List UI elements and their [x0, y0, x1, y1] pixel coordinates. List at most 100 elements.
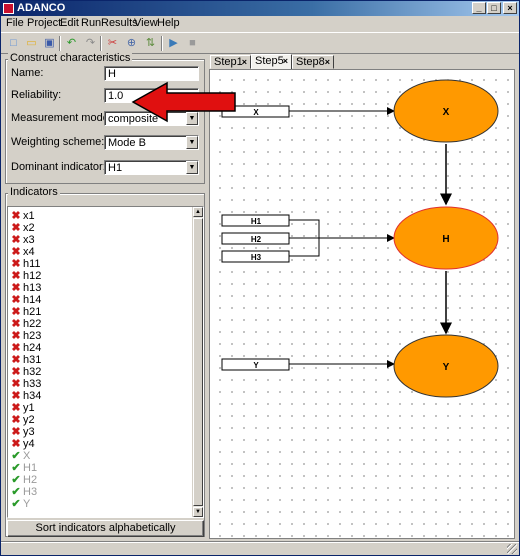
unassigned-cross-icon: ✖ — [11, 414, 21, 426]
unassigned-cross-icon: ✖ — [11, 258, 21, 270]
indicator-label: h23 — [23, 330, 42, 342]
menu-help[interactable]: Help — [157, 17, 180, 29]
delete-icon[interactable]: ✂ — [104, 35, 121, 52]
indicator-list-item[interactable]: ✖ h14 — [11, 294, 41, 306]
unassigned-cross-icon: ✖ — [11, 210, 21, 222]
indicator-list-item[interactable]: ✖ h24 — [11, 342, 41, 354]
indicator-list-item[interactable]: ✖ y3 — [11, 426, 35, 438]
new-file-icon[interactable]: □ — [5, 35, 22, 52]
toolbar-separator — [100, 36, 102, 51]
indicator-list-item[interactable]: ✖ y4 — [11, 438, 35, 450]
menu-results[interactable]: Results — [101, 17, 138, 29]
unassigned-cross-icon: ✖ — [11, 294, 21, 306]
unassigned-cross-icon: ✖ — [11, 438, 21, 450]
scroll-thumb[interactable] — [193, 218, 203, 506]
indicator-list-item[interactable]: ✖ h23 — [11, 330, 41, 342]
indicator-list-item[interactable]: ✖ y2 — [11, 414, 34, 426]
indicator-list-item[interactable]: ✖ x1 — [11, 210, 35, 222]
indicator-label: x1 — [23, 210, 35, 222]
indicator-list-item[interactable]: ✖ h12 — [11, 270, 41, 282]
indicator-list-item[interactable]: ✖ h21 — [11, 306, 41, 318]
indicator-label: h21 — [23, 306, 42, 318]
indicator-list-item[interactable]: ✖ h22 — [11, 318, 41, 330]
indicator-list-item[interactable]: ✔ Y — [11, 498, 30, 510]
dominant-indicator-select[interactable]: H1 ▼ — [104, 160, 199, 175]
name-input[interactable]: H — [104, 66, 199, 81]
dropdown-arrow-icon[interactable]: ▼ — [186, 136, 198, 149]
indicator-list-item[interactable]: ✔ H3 — [11, 486, 37, 498]
indicator-list-item[interactable]: ✖ h32 — [11, 366, 41, 378]
indicator-list-item[interactable]: ✖ h31 — [11, 354, 41, 366]
indicator-box-label: H3 — [251, 253, 262, 262]
indicator-list-item[interactable]: ✖ h13 — [11, 282, 41, 294]
undo-icon[interactable]: ↶ — [63, 35, 80, 52]
indicator-list-item[interactable]: ✖ x3 — [11, 234, 34, 246]
close-button[interactable]: × — [503, 2, 517, 14]
annotation-arrow-icon — [131, 81, 236, 123]
assigned-check-icon: ✔ — [11, 450, 21, 462]
model-canvas[interactable]: X H1 H2 H3 Y X H Y — [209, 69, 515, 539]
tab-close-icon[interactable]: × — [325, 56, 330, 69]
weighting-scheme-select[interactable]: Mode B ▼ — [104, 135, 199, 150]
scroll-up-icon[interactable]: ▲ — [193, 207, 203, 217]
indicator-list-scrollbar[interactable]: ▲ ▼ — [192, 207, 203, 517]
assigned-check-icon: ✔ — [11, 462, 21, 474]
weighting-scheme-label: Weighting scheme: — [11, 136, 105, 148]
assigned-check-icon: ✔ — [11, 486, 21, 498]
tab-close-icon[interactable]: × — [242, 56, 247, 69]
indicator-list-item[interactable]: ✖ x2 — [11, 222, 35, 234]
indicator-list-item[interactable]: ✖ h34 — [11, 390, 41, 402]
indicator-list-item[interactable]: ✖ x4 — [11, 246, 35, 258]
indicator-list-item[interactable]: ✔ H2 — [11, 474, 37, 486]
menu-edit[interactable]: Edit — [60, 17, 79, 29]
unassigned-cross-icon: ✖ — [11, 222, 21, 234]
window-title: ADANCO — [17, 2, 66, 14]
maximize-button[interactable]: □ — [487, 2, 501, 14]
menu-run[interactable]: Run — [81, 17, 101, 29]
indicator-label: h11 — [23, 258, 41, 270]
open-folder-icon[interactable]: ▭ — [23, 35, 40, 52]
indicator-box-label: H2 — [251, 235, 262, 244]
redo-icon[interactable]: ↷ — [82, 35, 99, 52]
menu-file[interactable]: File — [6, 17, 24, 29]
status-bar — [1, 541, 519, 555]
indicator-label: h12 — [23, 270, 42, 282]
menu-project[interactable]: Project — [27, 17, 61, 29]
indicator-label: x2 — [23, 222, 35, 234]
tab-close-icon[interactable]: × — [283, 55, 288, 68]
indicator-label: y4 — [23, 438, 35, 450]
assigned-check-icon: ✔ — [11, 474, 21, 486]
scroll-down-icon[interactable]: ▼ — [193, 507, 203, 517]
unassigned-cross-icon: ✖ — [11, 282, 21, 294]
sort-indicators-button[interactable]: Sort indicators alphabetically — [7, 520, 204, 537]
tab-step5[interactable]: Step5 × — [251, 54, 292, 70]
zoom-icon[interactable]: ⊕ — [123, 35, 140, 52]
menu-view[interactable]: View — [134, 17, 158, 29]
toolbar-separator — [161, 36, 163, 51]
indicator-list-item[interactable]: ✖ h33 — [11, 378, 41, 390]
indicator-label: x4 — [23, 246, 35, 258]
indicator-list-item[interactable]: ✔ H1 — [11, 462, 37, 474]
save-icon[interactable]: ▣ — [41, 35, 58, 52]
unassigned-cross-icon: ✖ — [11, 234, 21, 246]
indicator-list[interactable]: ✔ Y ✔ H3 ✔ H2 ✔ H1 ✔ X ✖ y4 ✖ y3 ✖ y2 ✖ y1 ✖ h34 ✖ h33 ✖ h32 ✖ h3… — [7, 206, 204, 518]
resize-grip-icon[interactable] — [507, 544, 517, 554]
run-icon[interactable]: ▶ — [165, 35, 182, 52]
indicator-label: H1 — [23, 462, 38, 474]
title-bar[interactable]: ADANCO _ □ × — [1, 1, 519, 16]
app-window: ADANCO _ □ × File Project Edit Run Resul… — [0, 0, 520, 556]
tab-step1[interactable]: Step1 × — [210, 55, 251, 69]
tab-step8[interactable]: Step8 × — [292, 55, 334, 69]
indicator-label: y3 — [23, 426, 35, 438]
assigned-check-icon: ✔ — [11, 498, 21, 510]
indicator-box-label: Y — [253, 361, 259, 370]
unassigned-cross-icon: ✖ — [11, 342, 21, 354]
dropdown-arrow-icon[interactable]: ▼ — [186, 161, 198, 174]
arrange-icon[interactable]: ⇅ — [142, 35, 159, 52]
results-icon[interactable]: ■ — [184, 35, 201, 52]
indicator-list-item[interactable]: ✖ h11 — [11, 258, 41, 270]
construct-label: H — [442, 234, 449, 245]
indicator-list-item[interactable]: ✖ y1 — [11, 402, 34, 414]
indicator-list-item[interactable]: ✔ X — [11, 450, 30, 462]
minimize-button[interactable]: _ — [472, 2, 486, 14]
